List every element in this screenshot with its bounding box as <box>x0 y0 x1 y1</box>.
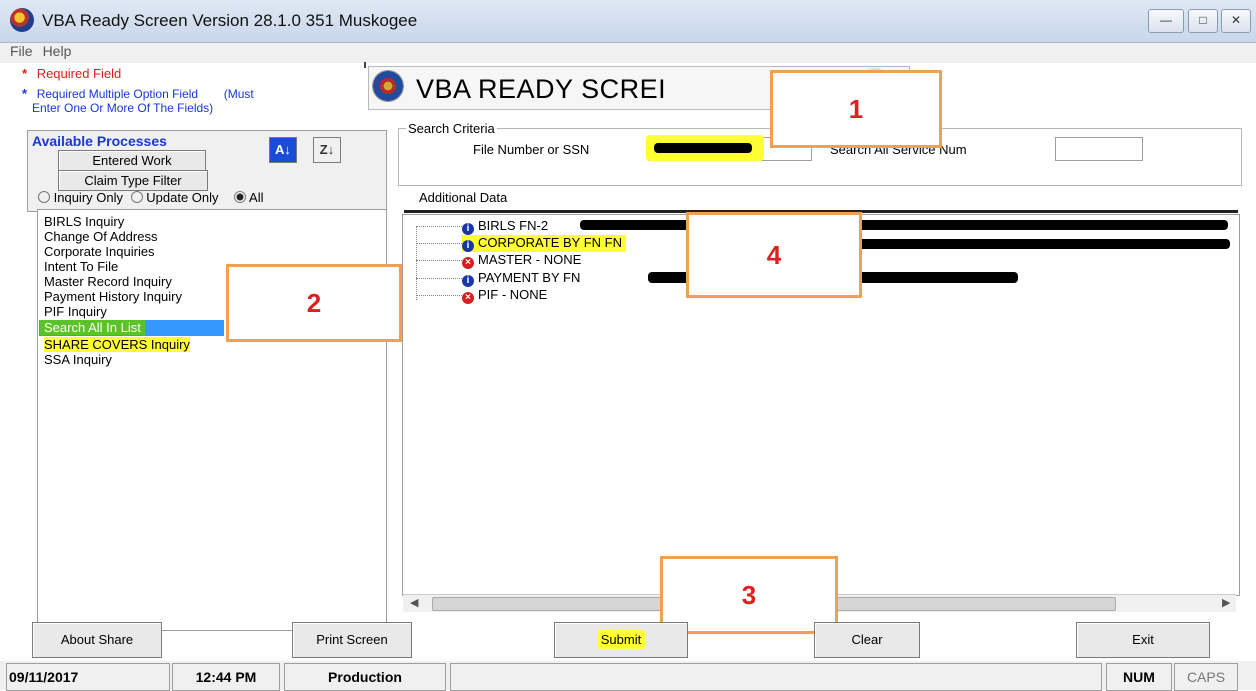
tree-connector <box>416 226 462 227</box>
info-icon: i <box>462 240 474 252</box>
tree-connector <box>416 226 417 300</box>
clear-button[interactable]: Clear <box>814 622 920 658</box>
tree-node[interactable]: × MASTER - NONE <box>462 252 581 269</box>
callout-1: 1 <box>770 70 942 148</box>
status-caps: CAPS <box>1174 663 1238 691</box>
info-icon: i <box>462 223 474 235</box>
status-num: NUM <box>1106 663 1172 691</box>
print-screen-button[interactable]: Print Screen <box>292 622 412 658</box>
entered-work-button[interactable]: Entered Work <box>58 150 206 171</box>
list-item[interactable]: Corporate Inquiries <box>44 244 155 259</box>
claim-type-filter-button[interactable]: Claim Type Filter <box>58 170 208 191</box>
required-field-legend: * Required Field <box>22 66 122 81</box>
error-icon: × <box>462 292 474 304</box>
menu-bar: File Help <box>0 43 1256 63</box>
list-item[interactable]: Master Record Inquiry <box>44 274 172 289</box>
list-item[interactable]: SHARE COVERS Inquiry <box>44 337 190 352</box>
error-icon: × <box>462 257 474 269</box>
tree-connector <box>416 260 462 261</box>
required-multi-legend: * Required Multiple Option Field (Must E… <box>22 86 254 116</box>
status-time: 12:44 PM <box>172 663 280 691</box>
list-item-selected[interactable]: Search All In List <box>40 320 145 335</box>
status-environment: Production <box>284 663 446 691</box>
tree-connector <box>416 278 462 279</box>
filter-radio-group: Inquiry Only Update Only All <box>38 190 264 205</box>
sort-ascending-icon[interactable]: A↓ <box>269 137 297 163</box>
close-button[interactable]: ✕ <box>1221 9 1251 33</box>
menu-file[interactable]: File <box>10 43 33 59</box>
menu-help[interactable]: Help <box>43 43 72 59</box>
info-icon: i <box>462 275 474 287</box>
list-item[interactable]: Intent To File <box>44 259 118 274</box>
list-item[interactable]: BIRLS Inquiry <box>44 214 124 229</box>
tree-node[interactable]: i BIRLS FN-2 <box>462 218 548 235</box>
status-date: 09/11/2017 <box>6 663 170 691</box>
scroll-right-icon[interactable]: ▶ <box>1222 596 1230 609</box>
file-number-label: File Number or SSN <box>473 142 590 157</box>
exit-button[interactable]: Exit <box>1076 622 1210 658</box>
header-divider <box>364 62 366 68</box>
available-processes-title: Available Processes <box>32 133 167 149</box>
redaction <box>580 220 1228 230</box>
scroll-left-icon[interactable]: ◀ <box>410 596 418 609</box>
tree-node[interactable]: i PAYMENT BY FN <box>462 270 580 287</box>
radio-all[interactable]: All <box>234 190 264 205</box>
list-item[interactable]: PIF Inquiry <box>44 304 107 319</box>
service-num-input[interactable] <box>1055 137 1143 161</box>
app-icon <box>10 8 34 32</box>
page-title: VBA READY SCREI <box>416 74 667 104</box>
tree-connector <box>416 295 462 296</box>
vba-seal-icon <box>372 70 404 102</box>
minimize-button[interactable]: — <box>1148 9 1184 33</box>
list-item[interactable]: Change Of Address <box>44 229 157 244</box>
additional-data-label: Additional Data <box>419 190 508 205</box>
status-message <box>450 663 1102 691</box>
about-share-button[interactable]: About Share <box>32 622 162 658</box>
tree-node[interactable]: i CORPORATE BY FN FN <box>462 235 626 252</box>
list-item[interactable]: SSA Inquiry <box>44 352 112 367</box>
required-star-icon: * <box>22 66 28 81</box>
maximize-button[interactable]: □ <box>1188 9 1218 33</box>
search-criteria-legend: Search Criteria <box>406 121 497 136</box>
redaction <box>654 143 752 153</box>
submit-button[interactable]: Submit <box>554 622 688 658</box>
radio-inquiry-only[interactable]: Inquiry Only <box>38 190 123 205</box>
callout-2: 2 <box>226 264 402 342</box>
window-title: VBA Ready Screen Version 28.1.0 351 Musk… <box>42 11 418 30</box>
callout-4: 4 <box>686 212 862 298</box>
tree-node[interactable]: × PIF - NONE <box>462 287 547 304</box>
sort-descending-icon[interactable]: Z↓ <box>313 137 341 163</box>
tree-connector <box>416 243 462 244</box>
required-multi-star-icon: * <box>22 86 28 101</box>
radio-update-only[interactable]: Update Only <box>130 190 219 205</box>
list-item[interactable]: Payment History Inquiry <box>44 289 182 304</box>
